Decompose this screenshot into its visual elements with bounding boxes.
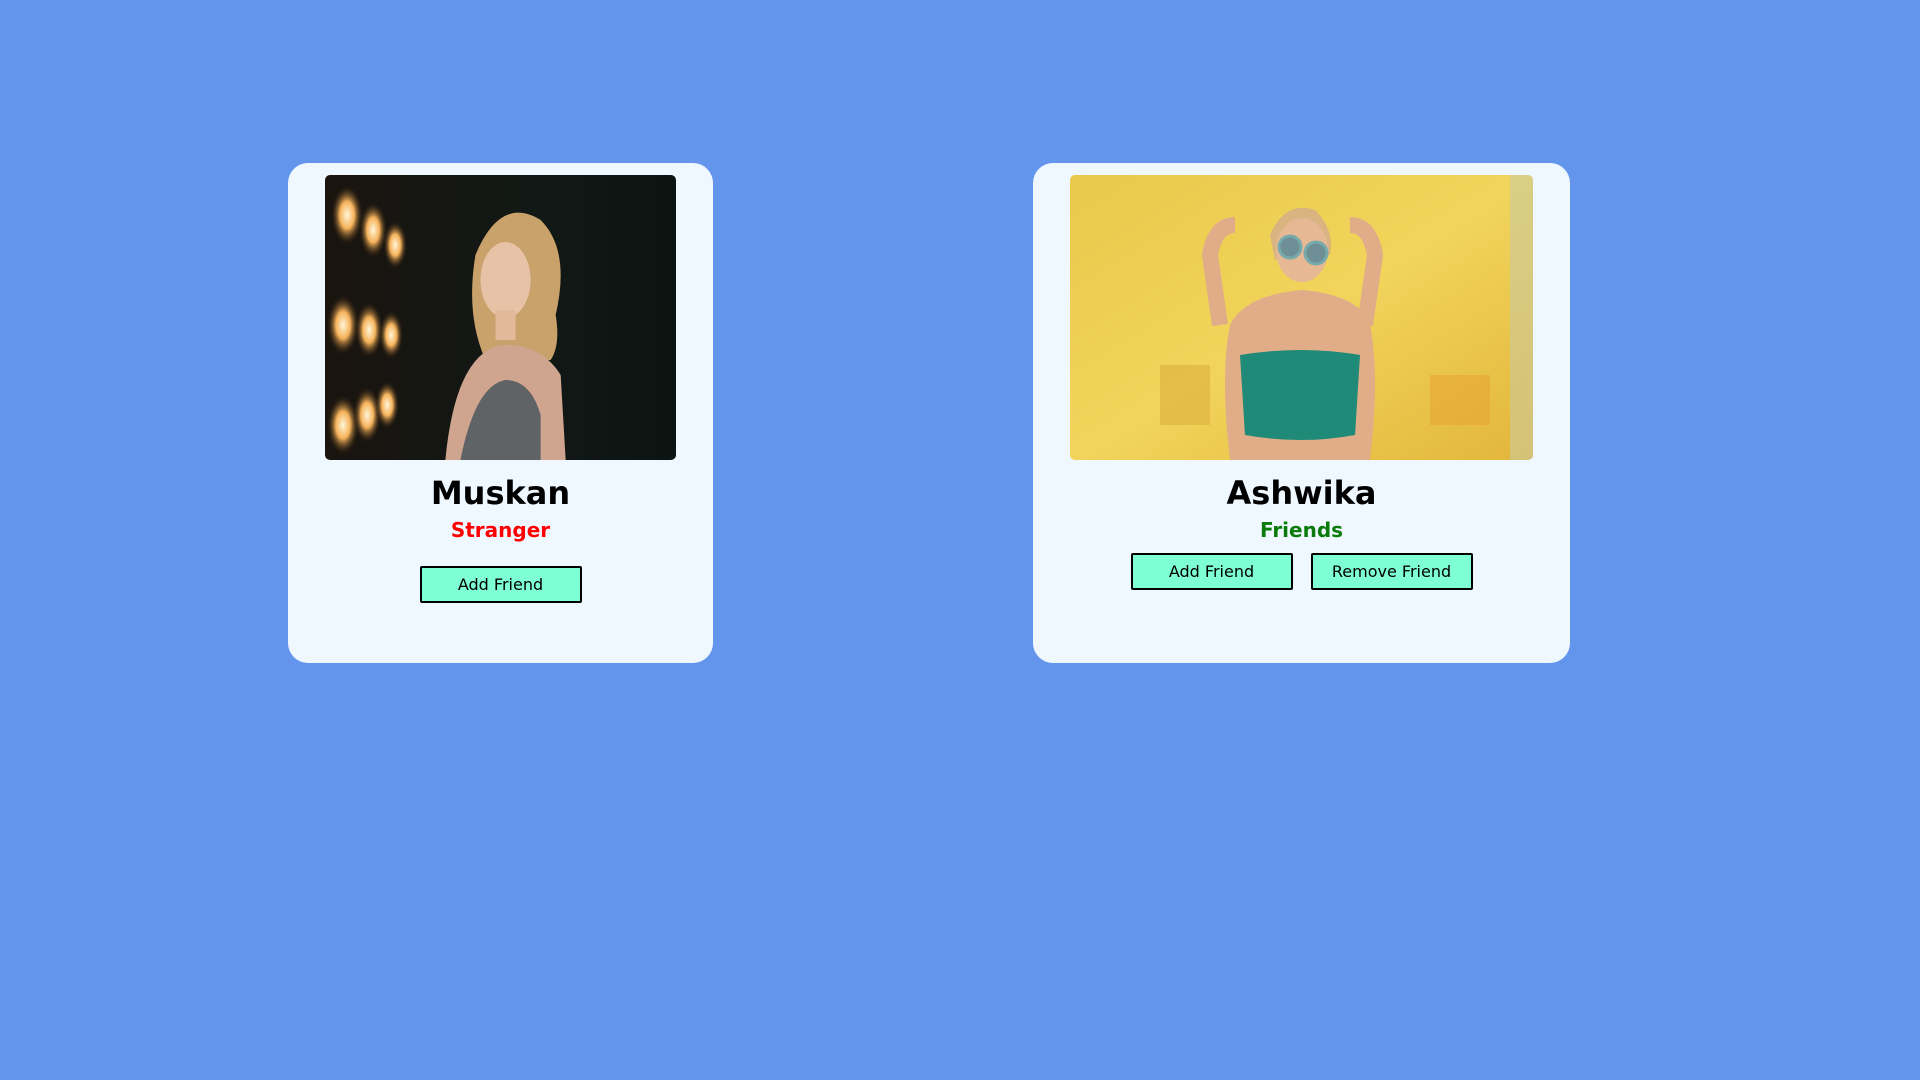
profile-name: Muskan	[430, 474, 571, 512]
add-friend-button[interactable]: Add Friend	[1130, 553, 1293, 590]
friend-status: Friends	[1259, 518, 1344, 542]
action-buttons: Add Friend Remove Friend	[1033, 553, 1570, 590]
friend-status: Stranger	[450, 518, 551, 542]
add-friend-button[interactable]: Add Friend	[419, 566, 582, 603]
remove-friend-button[interactable]: Remove Friend	[1310, 553, 1473, 590]
action-buttons: Add Friend	[288, 566, 713, 603]
profile-card-ashwika: Ashwika Friends Add Friend Remove Friend	[1033, 163, 1570, 663]
profile-card-muskan: Muskan Stranger Add Friend	[288, 163, 713, 663]
profile-photo	[325, 175, 676, 460]
profile-photo	[1070, 175, 1533, 460]
profile-name: Ashwika	[1226, 474, 1377, 512]
